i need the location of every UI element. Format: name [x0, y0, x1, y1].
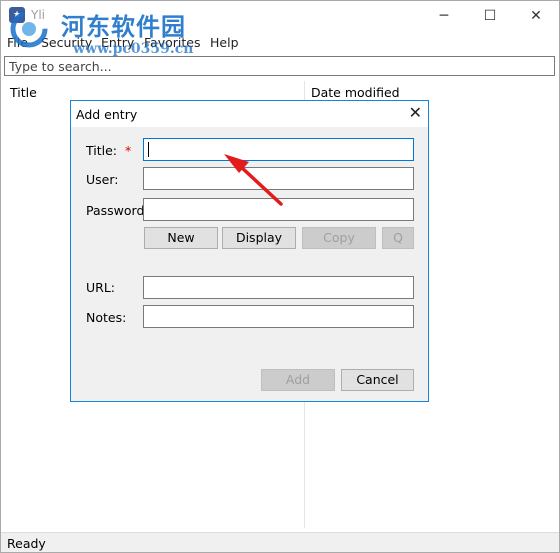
copy-password-button[interactable]: Copy	[302, 227, 376, 249]
add-button[interactable]: Add	[261, 369, 335, 391]
user-field[interactable]	[143, 167, 414, 190]
status-text: Ready	[7, 536, 46, 551]
title-field[interactable]	[143, 138, 414, 161]
password-field[interactable]	[143, 198, 414, 221]
minimize-button[interactable]: ─	[421, 1, 467, 31]
display-password-button[interactable]: Display	[222, 227, 296, 249]
status-bar: Ready	[1, 532, 559, 552]
dialog-title-bar[interactable]: Add entry ✕	[71, 101, 428, 127]
search-input[interactable]	[4, 56, 555, 76]
column-header-date-modified[interactable]: Date modified	[311, 85, 400, 100]
user-label: User:	[86, 172, 119, 187]
notes-field[interactable]	[143, 305, 414, 328]
password-label: Password	[86, 203, 145, 218]
close-button[interactable]: ✕	[513, 1, 559, 31]
dialog-close-icon[interactable]: ✕	[409, 103, 422, 123]
column-header-title[interactable]: Title	[10, 85, 37, 100]
main-window: ★ Yli ─ ☐ ✕ File Security Entry Favorite…	[0, 0, 560, 553]
new-password-button[interactable]: New	[144, 227, 218, 249]
text-caret	[148, 142, 149, 157]
cancel-button[interactable]: Cancel	[341, 369, 414, 391]
watermark-logo-icon	[10, 10, 48, 48]
title-label: Title:	[86, 143, 117, 158]
url-field[interactable]	[143, 276, 414, 299]
url-label: URL:	[86, 280, 116, 295]
maximize-button[interactable]: ☐	[467, 1, 513, 31]
menu-help[interactable]: Help	[210, 35, 239, 50]
add-entry-dialog: Add entry ✕ Title: * User: Password New …	[70, 100, 429, 402]
notes-label: Notes:	[86, 310, 127, 325]
watermark-url: www.pc0359.cn	[73, 41, 194, 57]
watermark-text: 河东软件园	[61, 12, 186, 41]
dialog-title: Add entry	[76, 107, 138, 122]
q-button[interactable]: Q	[382, 227, 414, 249]
required-marker: *	[125, 143, 132, 158]
